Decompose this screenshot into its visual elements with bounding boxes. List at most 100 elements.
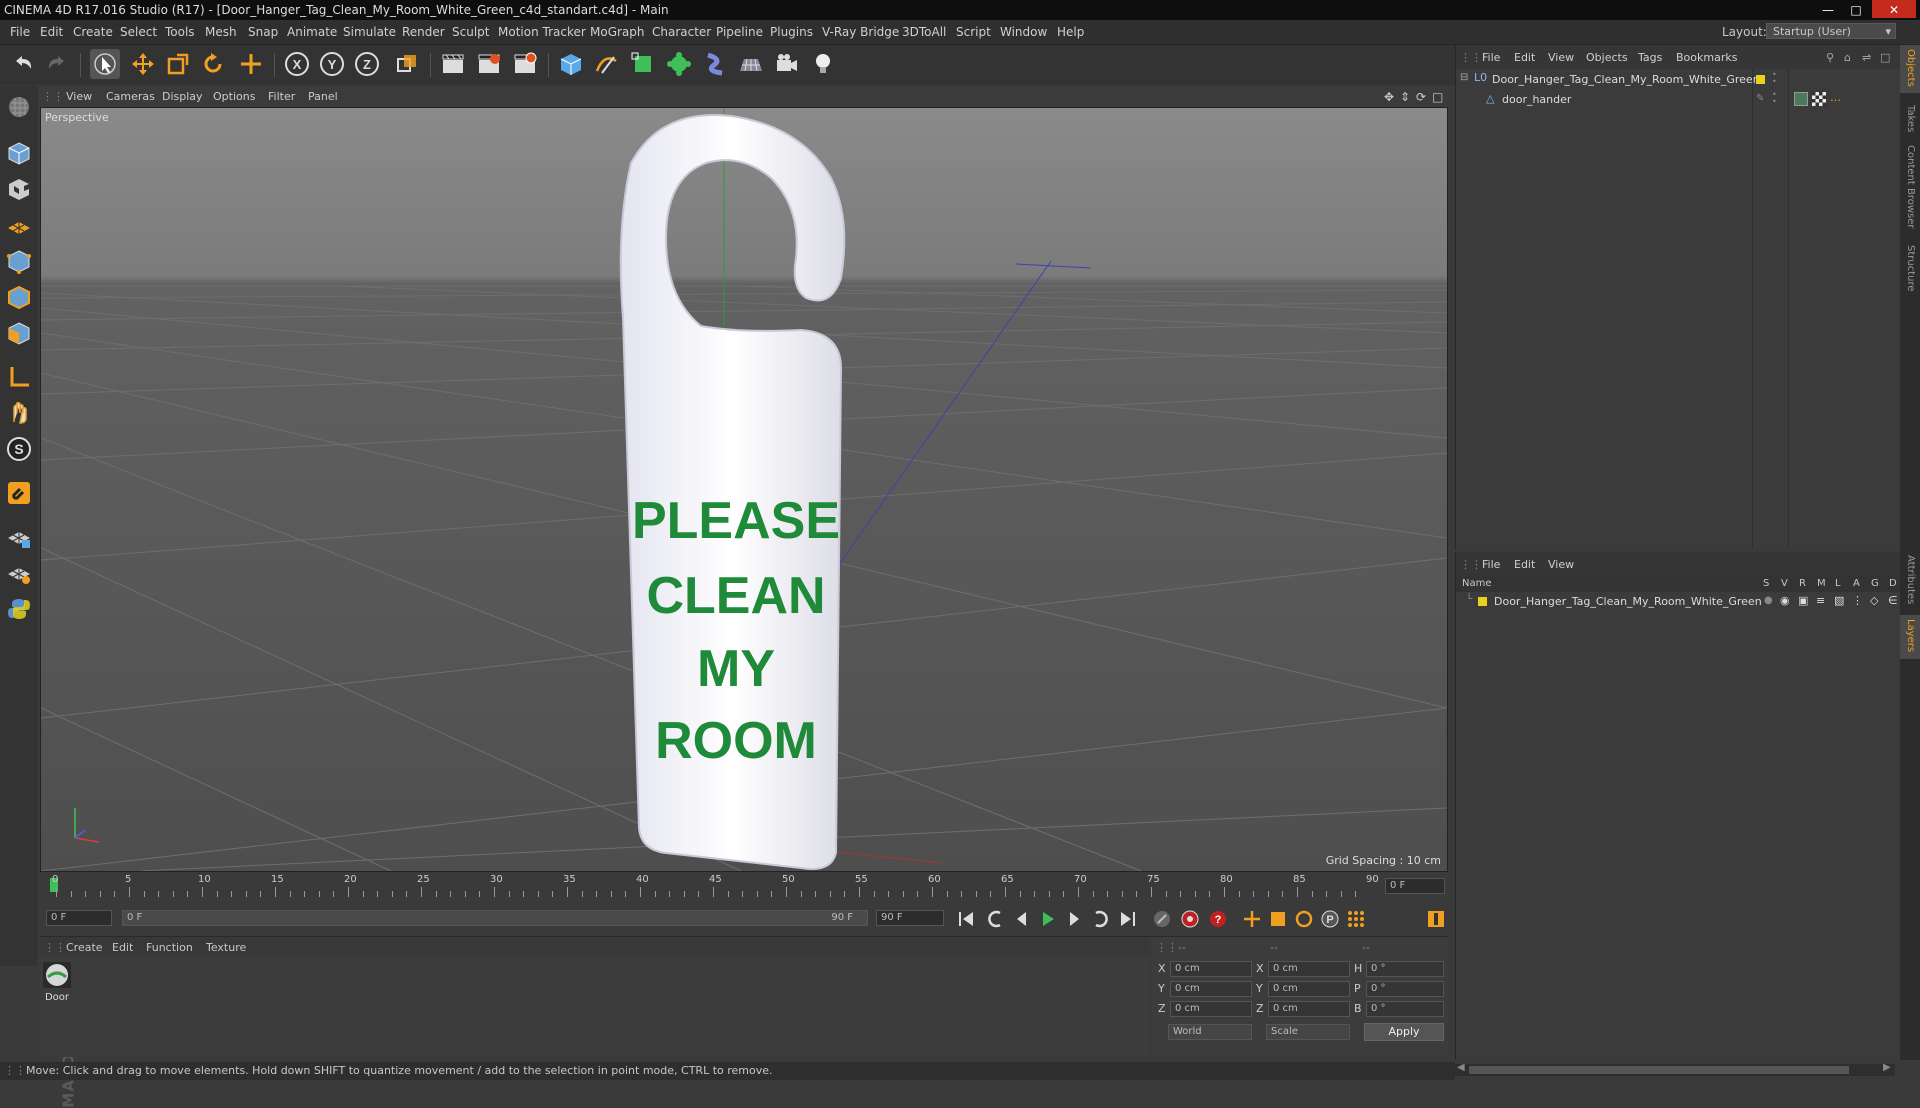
menu-edit[interactable]: Edit xyxy=(40,25,63,39)
layer-name[interactable]: Door_Hanger_Tag_Clean_My_Room_White_Gree… xyxy=(1494,595,1762,608)
objects-menu-edit[interactable]: Edit xyxy=(1514,51,1535,64)
close-button[interactable]: ✕ xyxy=(1872,0,1916,18)
objects-menu-view[interactable]: View xyxy=(1548,51,1574,64)
tab-structure[interactable]: Structure xyxy=(1905,245,1916,292)
col-render[interactable]: R xyxy=(1799,578,1806,589)
y-axis-button[interactable]: Y xyxy=(317,49,347,79)
scroll-right-icon[interactable]: ▶ xyxy=(1883,1062,1891,1073)
render-settings-button[interactable] xyxy=(510,49,540,79)
phong-tag-icon[interactable] xyxy=(1812,92,1826,106)
add-light-button[interactable] xyxy=(808,49,838,79)
layers-menu-edit[interactable]: Edit xyxy=(1514,558,1535,571)
texture-tag-icon[interactable] xyxy=(1794,92,1808,106)
pan-view-icon[interactable]: ✥ xyxy=(1384,90,1394,104)
menu-window[interactable]: Window xyxy=(1000,25,1047,39)
make-editable-button[interactable] xyxy=(3,92,35,122)
menu-select[interactable]: Select xyxy=(120,25,157,39)
tweak-mode-button[interactable] xyxy=(3,398,35,428)
z-axis-button[interactable]: Z xyxy=(352,49,382,79)
timeline-window-button[interactable] xyxy=(1424,908,1448,930)
tree-item-child[interactable]: door_hander xyxy=(1502,93,1571,106)
menu-motion-tracker[interactable]: Motion Tracker xyxy=(498,25,586,39)
scroll-left-icon[interactable]: ◀ xyxy=(1457,1062,1465,1073)
snap-button[interactable]: S xyxy=(3,434,35,464)
render-picture-viewer-button[interactable] xyxy=(474,49,504,79)
rotate-view-icon[interactable]: ⟳ xyxy=(1416,90,1426,104)
col-generators[interactable]: G xyxy=(1871,578,1879,589)
coordinate-space-dropdown[interactable]: World xyxy=(1168,1024,1252,1040)
horizontal-scrollbar[interactable]: ◀ ▶ xyxy=(1455,1062,1895,1076)
live-selection-button[interactable] xyxy=(90,49,120,79)
redo-button[interactable] xyxy=(42,49,72,79)
layers-menu-view[interactable]: View xyxy=(1548,558,1574,571)
tab-attributes[interactable]: Attributes xyxy=(1905,555,1916,604)
menu-file[interactable]: File xyxy=(10,25,30,39)
perspective-viewport[interactable]: PLEASE CLEAN MY ROOM Perspective Grid Sp… xyxy=(40,107,1448,872)
menu-plugins[interactable]: Plugins xyxy=(770,25,813,39)
layout-dropdown[interactable]: Startup (User) ▾ xyxy=(1766,23,1896,39)
coordinate-system-button[interactable] xyxy=(392,49,422,79)
toggle-view-icon[interactable]: □ xyxy=(1432,90,1443,104)
key-point-level-button[interactable] xyxy=(1344,908,1368,930)
planar-workplane-button[interactable] xyxy=(3,558,35,588)
size-x-field[interactable]: 0 cm xyxy=(1268,961,1350,977)
menu-tools[interactable]: Tools xyxy=(165,25,195,39)
texture-mode-button[interactable] xyxy=(3,174,35,204)
menu-snap[interactable]: Snap xyxy=(248,25,278,39)
scale-tool-button[interactable] xyxy=(163,49,193,79)
col-view[interactable]: V xyxy=(1781,578,1788,589)
tab-layers[interactable]: Layers xyxy=(1905,619,1916,652)
add-cube-button[interactable] xyxy=(556,49,586,79)
layers-menu-file[interactable]: File xyxy=(1482,558,1500,571)
col-animation[interactable]: A xyxy=(1853,578,1860,589)
add-spline-button[interactable] xyxy=(592,49,622,79)
menu-mograph[interactable]: MoGraph xyxy=(590,25,645,39)
new-window-icon[interactable]: □ xyxy=(1880,51,1890,64)
timeline-ruler[interactable]: 0 5 10 15 20 25 30 35 40 45 50 55 60 65 70 75 80 85 90 0 F xyxy=(40,874,1448,898)
visibility-dots-icon[interactable]: • • xyxy=(1772,91,1777,106)
play-button[interactable] xyxy=(1036,908,1060,930)
visibility-dots-icon[interactable]: • • xyxy=(1772,71,1777,86)
material-menu-create[interactable]: Create xyxy=(66,941,103,954)
viewport-menu-options[interactable]: Options xyxy=(213,90,255,103)
next-frame-button[interactable] xyxy=(1062,908,1086,930)
layer-color-swatch[interactable] xyxy=(1756,75,1765,84)
rot-b-field[interactable]: 0 ° xyxy=(1366,1001,1444,1017)
add-array-button[interactable] xyxy=(664,49,694,79)
generator-toggle-icon[interactable]: ◇ xyxy=(1870,594,1878,607)
menu-pipeline[interactable]: Pipeline xyxy=(716,25,763,39)
viewport-menu-filter[interactable]: Filter xyxy=(268,90,295,103)
next-key-button[interactable] xyxy=(1088,908,1112,930)
render-toggle-icon[interactable]: ▣ xyxy=(1798,594,1808,607)
menu-animate[interactable]: Animate xyxy=(287,25,337,39)
menu-create[interactable]: Create xyxy=(73,25,113,39)
key-rotation-button[interactable] xyxy=(1292,908,1316,930)
maximize-button[interactable]: □ xyxy=(1842,0,1870,18)
polygons-mode-button[interactable] xyxy=(3,318,35,348)
add-floor-button[interactable] xyxy=(736,49,766,79)
start-frame-field[interactable]: 0 F xyxy=(46,910,112,926)
dolly-view-icon[interactable]: ⇕ xyxy=(1400,90,1410,104)
tree-row[interactable]: ⊟ L0 Door_Hanger_Tag_Clean_My_Room_White… xyxy=(1456,69,1901,89)
menu-3dtoall[interactable]: 3DToAll xyxy=(902,25,946,39)
menu-help[interactable]: Help xyxy=(1057,25,1084,39)
objects-menu-objects[interactable]: Objects xyxy=(1586,51,1628,64)
points-mode-button[interactable] xyxy=(3,246,35,276)
objects-menu-bookmarks[interactable]: Bookmarks xyxy=(1676,51,1737,64)
link-icon[interactable]: ⇌ xyxy=(1862,51,1871,64)
col-locked[interactable]: L xyxy=(1835,578,1841,589)
menu-mesh[interactable]: Mesh xyxy=(205,25,237,39)
viewport-menu-view[interactable]: View xyxy=(66,90,92,103)
deformer-toggle-icon[interactable]: ∈ xyxy=(1888,594,1898,607)
render-view-button[interactable] xyxy=(438,49,468,79)
undo-button[interactable] xyxy=(8,49,38,79)
go-to-start-button[interactable] xyxy=(954,908,978,930)
key-scale-button[interactable] xyxy=(1266,908,1290,930)
minimize-button[interactable]: — xyxy=(1814,0,1842,18)
lock-icon[interactable]: ▧ xyxy=(1834,594,1844,607)
material-menu-texture[interactable]: Texture xyxy=(206,941,246,954)
workplane-button[interactable] xyxy=(3,210,35,240)
eye-icon[interactable]: ◉ xyxy=(1780,594,1790,607)
key-parameter-button[interactable]: P xyxy=(1318,908,1342,930)
animation-toggle-icon[interactable]: ⋮ xyxy=(1852,594,1863,607)
